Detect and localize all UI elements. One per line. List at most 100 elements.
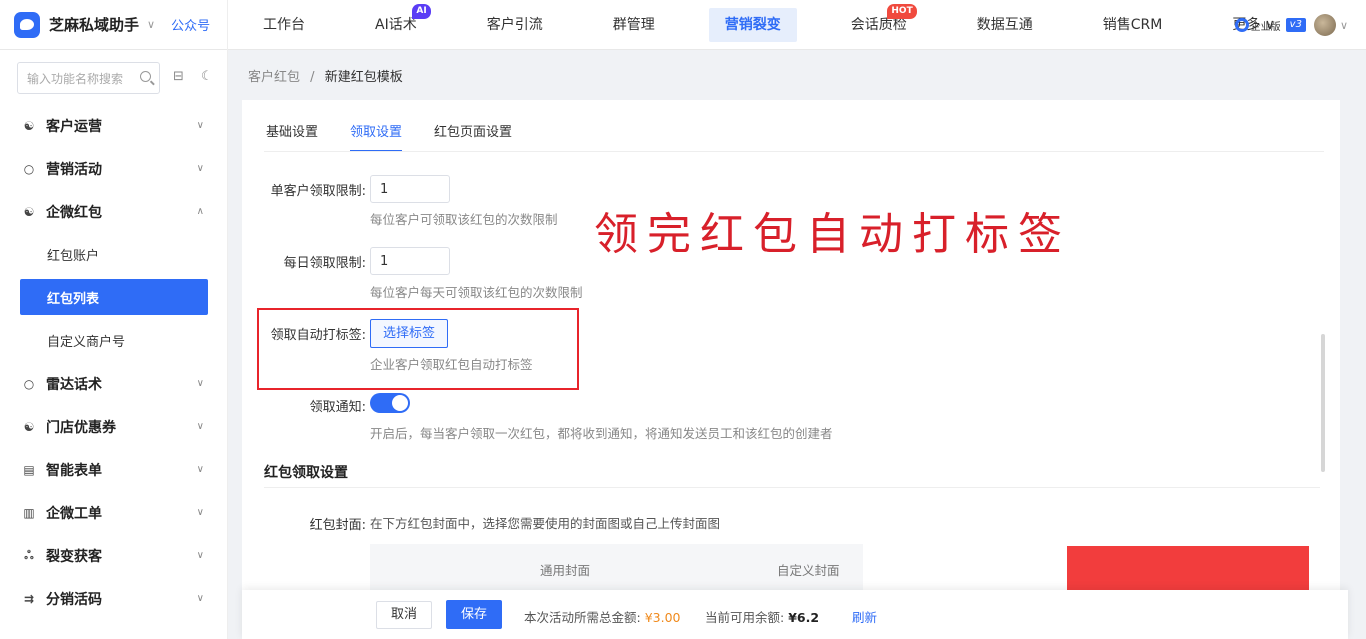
section-divider [264, 487, 1320, 488]
group-icon: ☯ [23, 118, 35, 133]
sidebar-subitem-list[interactable]: 红包列表 [20, 279, 208, 315]
hot-badge: HOT [887, 3, 917, 19]
breadcrumb: 客户红包 / 新建红包模板 [248, 66, 403, 85]
auto-tag-label: 领取自动打标签: [270, 328, 366, 343]
per-customer-limit-input[interactable]: 1 [370, 175, 450, 203]
sidebar-menu: ☯ 客户运营 ∨ ○ 营销活动 ∨ ☯ 企微红包 ∧ 红包账户 红包列表 自定义商户号 ○ 雷… [0, 104, 228, 620]
nav-label: 客户引流 [486, 16, 543, 33]
sidebar-item-label: 门店优惠券 [46, 419, 116, 436]
people-icon: ஃ [24, 547, 34, 562]
sidebar-item-label: 客户运营 [46, 118, 102, 135]
auto-tag-hint: 企业客户领取红包自动打标签 [370, 357, 533, 372]
app-logo-icon [14, 11, 40, 38]
daily-limit-label: 每日领取限制: [283, 256, 366, 271]
tab-claim-settings[interactable]: 领取设置 [350, 114, 403, 152]
select-tag-button[interactable]: 选择标签 [370, 319, 448, 348]
form-icon: ▤ [23, 462, 35, 477]
nav-workbench[interactable]: 工作台 [247, 8, 321, 42]
chevron-down-icon[interactable]: ∨ [1340, 19, 1348, 32]
wallet-icon[interactable]: ⊟ [173, 70, 187, 83]
nav-label: 会话质检 [850, 16, 907, 33]
nav-session-qc[interactable]: 会话质检 HOT [835, 3, 923, 42]
total-amount-value: ¥3.00 [644, 610, 681, 625]
total-amount-text: 本次活动所需总金额: ¥3.00 [524, 607, 681, 626]
annotation-callout-text: 领完红包自动打标签 [594, 209, 1071, 260]
balance-text: 当前可用余额: ¥6.2 [705, 607, 819, 626]
nav-label: 工作台 [263, 16, 305, 33]
tab-custom-cover[interactable]: 自定义封面 [777, 560, 840, 579]
sidebar-item-ticket[interactable]: ▥ 企微工单 ∨ [0, 491, 228, 534]
sidebar-item-marketing[interactable]: ○ 营销活动 ∨ [0, 147, 228, 190]
sidebar-item-fission[interactable]: ஃ 裂变获客 ∨ [0, 534, 228, 577]
sidebar-item-distribution[interactable]: ⇉ 分销活码 ∨ [0, 577, 228, 620]
cover-hint: 在下方红包封面中，选择您需要使用的封面图或自己上传封面图 [370, 516, 721, 531]
nav-label: AI话术 [375, 16, 417, 33]
group-icon: ☯ [23, 419, 35, 434]
sidebar-item-coupon[interactable]: ☯ 门店优惠券 ∨ [0, 405, 228, 448]
chevron-down-icon: ∨ [196, 120, 204, 131]
notify-toggle[interactable] [370, 393, 410, 413]
tab-basic-settings[interactable]: 基础设置 [266, 114, 318, 152]
version-badge: v3 [1285, 18, 1306, 32]
nav-ai-script[interactable]: AI话术 AI [359, 3, 433, 42]
breadcrumb-current: 新建红包模板 [324, 70, 403, 85]
sidebar-subitem-merchant[interactable]: 自定义商户号 [0, 319, 228, 362]
brand[interactable]: 芝麻私域助手 ∨ 公众号 [0, 0, 228, 50]
search-icon[interactable] [140, 71, 151, 82]
chevron-down-icon: ∨ [196, 421, 204, 432]
daily-limit-input[interactable]: 1 [370, 247, 450, 275]
sidebar-item-red-packet[interactable]: ☯ 企微红包 ∧ [0, 190, 228, 233]
wecom-logo-icon [1234, 18, 1249, 32]
brand-name: 芝麻私域助手 [49, 16, 140, 34]
sidebar-item-label: 营销活动 [46, 161, 102, 178]
scrollbar[interactable] [1321, 334, 1325, 472]
settings-tabs: 基础设置 领取设置 红包页面设置 [266, 114, 544, 152]
tab-page-settings[interactable]: 红包页面设置 [434, 114, 512, 152]
group-icon: ☯ [23, 204, 35, 219]
official-account-link[interactable]: 公众号 [171, 15, 210, 34]
chevron-down-icon: ∨ [196, 593, 204, 604]
ticket-icon: ▥ [23, 505, 35, 520]
breadcrumb-parent[interactable]: 客户红包 [248, 70, 300, 85]
nav-label: 销售CRM [1102, 16, 1163, 33]
sidebar-item-label: 智能表单 [46, 462, 102, 479]
nav-marketing-fission[interactable]: 营销裂变 [708, 7, 797, 42]
nav-label: 营销裂变 [724, 16, 781, 33]
nav-data-sync[interactable]: 数据互通 [961, 8, 1049, 42]
chevron-down-icon: ∨ [196, 507, 204, 518]
balance-value: ¥6.2 [788, 610, 820, 625]
avatar[interactable] [1313, 14, 1336, 36]
save-button[interactable]: 保存 [446, 600, 502, 629]
circle-icon: ○ [23, 376, 35, 391]
total-amount-label: 本次活动所需总金额: [524, 610, 641, 625]
nav-sales-crm[interactable]: 销售CRM [1087, 8, 1179, 42]
sidebar-item-label: 雷达话术 [46, 376, 102, 393]
refresh-link[interactable]: 刷新 [852, 607, 877, 626]
nav-group-management[interactable]: 群管理 [597, 8, 671, 42]
red-packet-preview [1067, 546, 1309, 596]
per-customer-limit-hint: 每位客户可领取该红包的次数限制 [370, 212, 558, 227]
chevron-down-icon[interactable]: ∨ [147, 18, 155, 31]
sidebar-item-label: 企微工单 [46, 505, 102, 522]
section-title: 红包领取设置 [264, 465, 348, 481]
daily-limit-hint: 每位客户每天可领取该红包的次数限制 [370, 285, 583, 300]
sidebar-item-form[interactable]: ▤ 智能表单 ∨ [0, 448, 228, 491]
nav-label: 群管理 [612, 16, 655, 33]
action-footer: 取消 保存 本次活动所需总金额: ¥3.00 当前可用余额: ¥6.2 刷新 [242, 590, 1348, 639]
list-icon: ⇉ [23, 591, 35, 606]
nav-customer-acquisition[interactable]: 客户引流 [471, 8, 559, 42]
moon-icon[interactable]: ☾ [201, 70, 215, 83]
sidebar-item-radar[interactable]: ○ 雷达话术 ∨ [0, 362, 228, 405]
function-search-input[interactable]: 输入功能名称搜索 [17, 62, 160, 94]
sidebar-subitem-account[interactable]: 红包账户 [0, 233, 228, 276]
sidebar-item-customer-ops[interactable]: ☯ 客户运营 ∨ [0, 104, 228, 147]
chevron-down-icon: ∨ [196, 464, 204, 475]
account-area[interactable]: 企业版 v3 ∨ [1234, 0, 1348, 50]
chevron-up-icon: ∧ [196, 206, 204, 217]
per-customer-limit-label: 单客户领取限制: [270, 184, 366, 199]
notify-label: 领取通知: [309, 400, 366, 415]
circle-icon: ○ [23, 161, 35, 176]
tab-general-cover[interactable]: 通用封面 [540, 560, 590, 579]
cancel-button[interactable]: 取消 [376, 601, 432, 629]
cover-label: 红包封面: [309, 518, 366, 533]
